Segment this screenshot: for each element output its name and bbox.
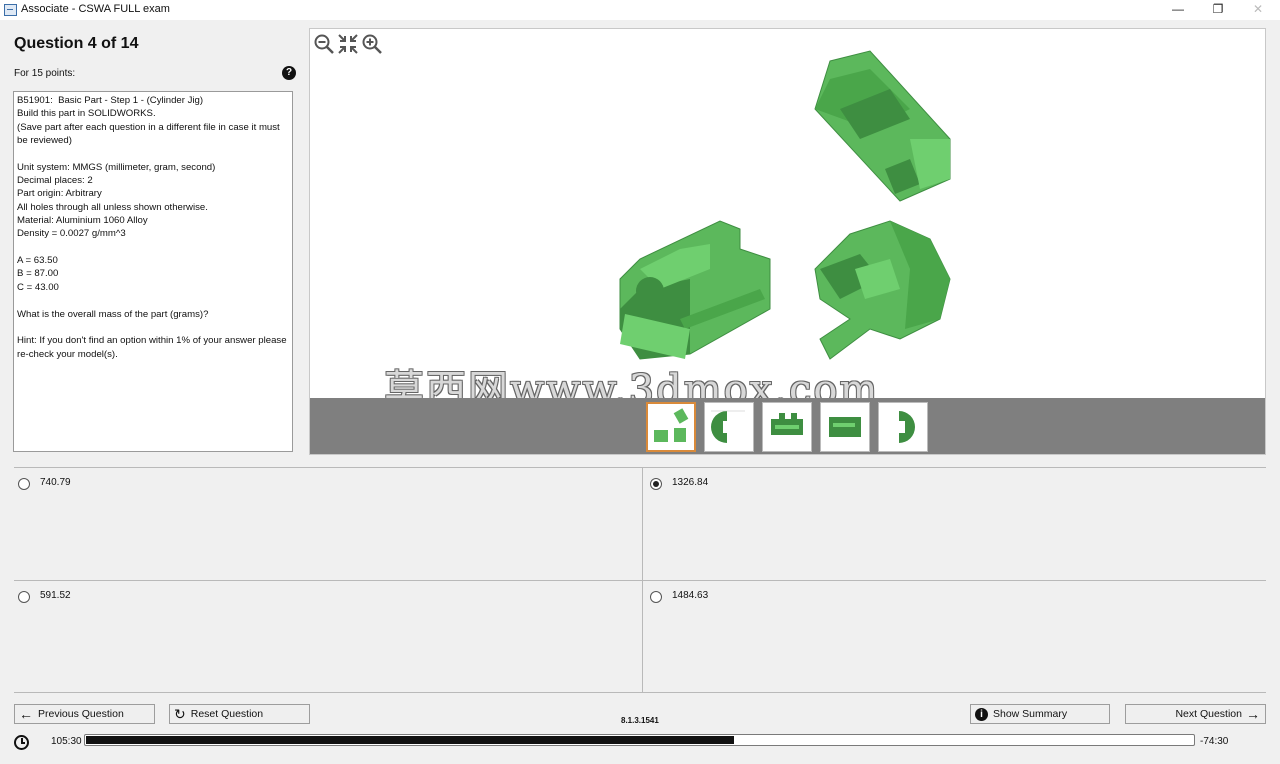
radio-button[interactable] [18,591,30,603]
question-line [17,241,289,254]
time-remaining: -74:30 [1200,736,1229,747]
answer-label: 1326.84 [672,476,709,488]
time-elapsed: 105:30 [51,736,82,747]
answer-option-4[interactable]: 1484.63 [650,589,709,603]
part-renders [619,50,951,360]
answer-option-1[interactable]: 740.79 [18,476,71,490]
thumbnail-strip [310,398,1265,454]
answer-option-3[interactable]: 591.52 [18,589,71,603]
arrow-left-icon: ← [19,706,33,722]
info-icon: i [975,707,988,721]
question-line: What is the overall mass of the part (gr… [17,308,209,320]
model-viewer[interactable]: 莫西网www.3dmox.com [309,28,1266,455]
part-view-back [814,220,951,360]
radio-button[interactable] [650,478,662,490]
close-icon[interactable]: ✕ [1238,0,1278,20]
divider [14,467,1266,468]
answer-label: 1484.63 [672,589,709,601]
answer-label: 591.52 [40,589,71,601]
clock-icon [14,735,29,750]
radio-button[interactable] [650,591,662,603]
question-line [17,321,289,334]
question-text: B51901: Basic Part - Step 1 - (Cylinder … [13,91,293,452]
radio-button[interactable] [18,478,30,490]
question-line: Part origin: Arbitrary [17,188,102,200]
window-title: Associate - CSWA FULL exam [21,3,170,15]
show-summary-button[interactable]: i Show Summary [970,704,1110,724]
help-icon[interactable]: ? [282,66,296,80]
thumbnail-front[interactable] [762,402,812,452]
question-line: Density = 0.0027 g/mm^3 [17,228,126,240]
divider [642,467,643,693]
time-progress-bar [84,734,1195,746]
arrow-right-icon: → [1246,706,1260,722]
restore-icon[interactable]: ❐ [1198,0,1238,20]
thumbnail-side[interactable] [704,402,754,452]
progress-fill [86,736,734,744]
part-view-iso [619,220,771,360]
minimize-icon[interactable]: — [1158,0,1198,20]
answer-label: 740.79 [40,476,71,488]
question-line [17,147,289,160]
refresh-icon: ↻ [174,706,186,722]
question-line: (Save part after each question in a diff… [17,121,283,147]
question-heading: Question 4 of 14 [14,35,139,52]
question-line [17,294,289,307]
question-line: A = 63.50 [17,255,58,267]
window-titlebar: Associate - CSWA FULL exam — ❐ ✕ [0,0,1280,20]
thumbnail-right[interactable] [878,402,928,452]
question-points: For 15 points: [14,68,76,79]
divider [14,692,1266,693]
question-line: B = 87.00 [17,268,59,280]
version-label: 8.1.3.1541 [621,716,659,725]
part-view-top [814,50,951,202]
question-line: Material: Aluminium 1060 Alloy [17,215,148,227]
question-line: Decimal places: 2 [17,175,93,187]
app-icon [4,4,17,16]
previous-question-button[interactable]: ← Previous Question [14,704,155,724]
thumbnail-top[interactable] [820,402,870,452]
answer-option-2[interactable]: 1326.84 [650,476,709,490]
question-line: B51901: Basic Part - Step 1 - (Cylinder … [17,95,204,106]
divider [14,580,1266,581]
question-line: All holes through all unless shown other… [17,201,208,213]
question-line: Unit system: MMGS (millimeter, gram, sec… [17,161,216,173]
answer-grid: 740.79 1326.84 591.52 1484.63 [14,467,1266,693]
question-line: Build this part in SOLIDWORKS. [17,108,156,120]
question-line: C = 43.00 [17,281,59,293]
reset-question-button[interactable]: ↻ Reset Question [169,704,310,724]
next-question-button[interactable]: Next Question → [1125,704,1266,724]
question-line: Hint: If you don't find an option within… [17,335,290,360]
thumbnail-isometric[interactable] [646,402,696,452]
